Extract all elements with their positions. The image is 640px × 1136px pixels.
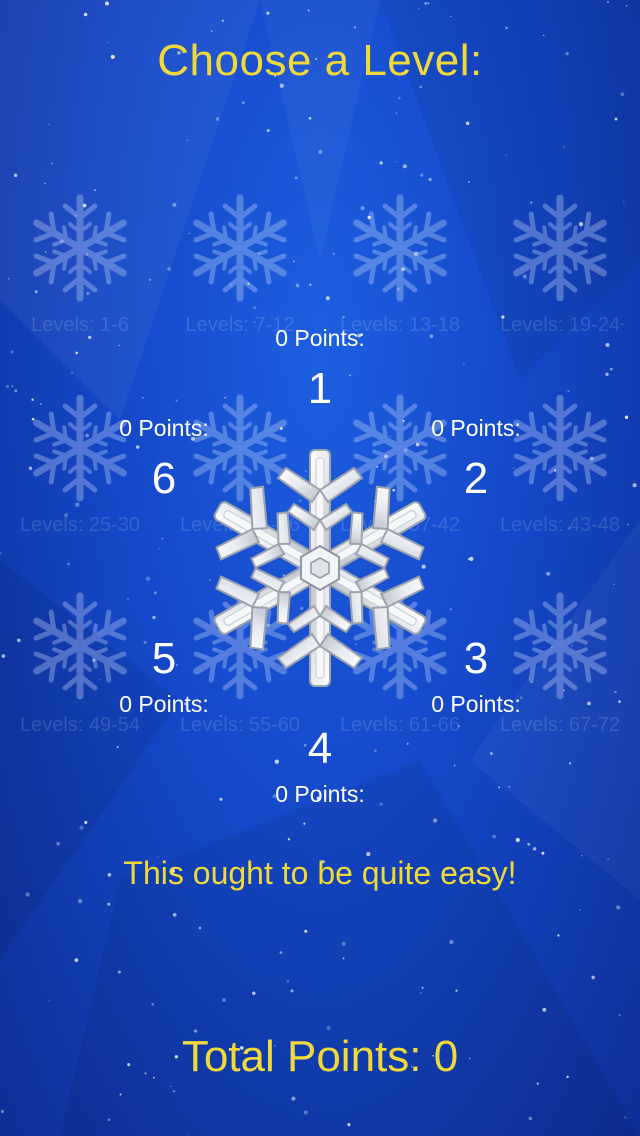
- snowflake-icon: [25, 193, 135, 303]
- level-1-button[interactable]: 1: [280, 364, 360, 414]
- level-group-label[interactable]: Levels: 1-6: [5, 314, 155, 337]
- snowflake-icon: [505, 393, 615, 503]
- snowflake-icon[interactable]: [208, 446, 432, 690]
- snowflake-icon: [345, 193, 455, 303]
- level-2-points: 0 Points:: [431, 415, 521, 441]
- snowflake-icon: [505, 591, 615, 701]
- level-4-button[interactable]: 4: [280, 724, 360, 774]
- difficulty-hint: This ought to be quite easy!: [123, 855, 517, 891]
- total-points: Total Points: 0: [181, 1032, 459, 1081]
- level-2-button[interactable]: 2: [436, 454, 516, 504]
- snowflake-icon: [185, 193, 295, 303]
- level-3-button[interactable]: 3: [436, 634, 516, 684]
- level-3-points: 0 Points:: [431, 691, 521, 717]
- level-6-button[interactable]: 6: [124, 454, 204, 504]
- page-title: Choose a Level:: [157, 36, 483, 85]
- level-6-points: 0 Points:: [119, 415, 209, 441]
- level-4-points: 0 Points:: [275, 781, 365, 807]
- level-5-button[interactable]: 5: [124, 634, 204, 684]
- snowflake-icon: [25, 591, 135, 701]
- snowflake-icon: [505, 193, 615, 303]
- level-group-label[interactable]: Levels: 19-24: [485, 314, 635, 337]
- snowflake-icon: [25, 393, 135, 503]
- level-group-label[interactable]: Levels: 43-48: [485, 514, 635, 537]
- level-group-label[interactable]: Levels: 25-30: [5, 514, 155, 537]
- level-1-points: 0 Points:: [275, 325, 365, 351]
- level-5-points: 0 Points:: [119, 691, 209, 717]
